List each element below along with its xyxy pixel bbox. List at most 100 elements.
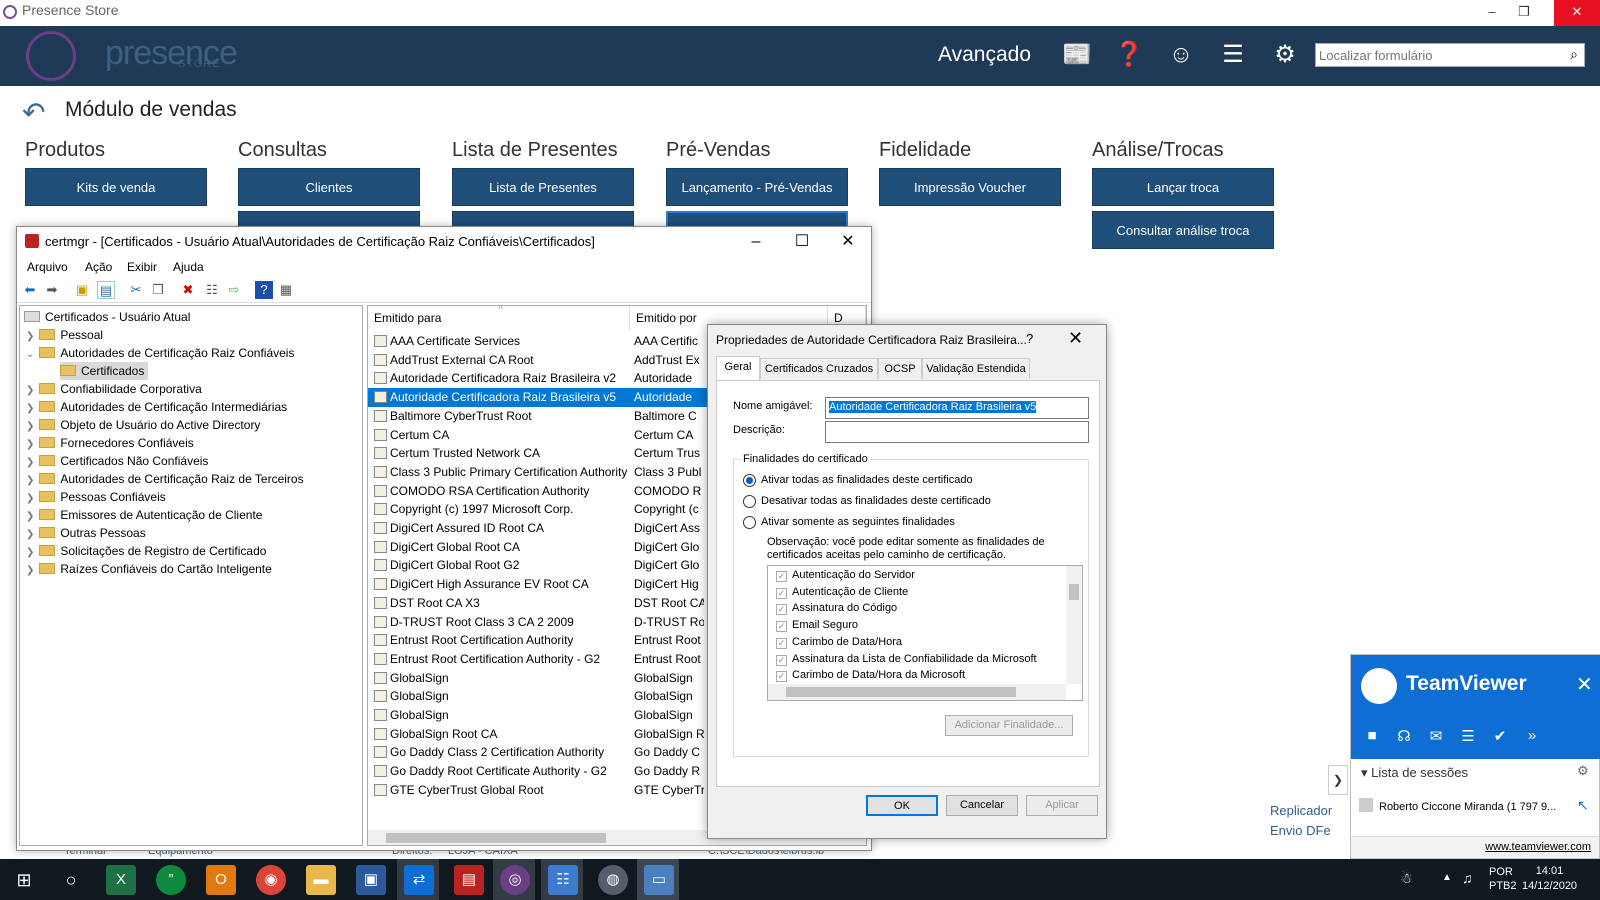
tab-ocsp[interactable]: OCSP xyxy=(878,358,922,379)
export-icon[interactable]: ⇨ xyxy=(225,281,243,299)
input-language[interactable]: POR PTB2 xyxy=(1489,865,1517,893)
office-icon[interactable]: O xyxy=(206,865,236,895)
radio-disable-all[interactable] xyxy=(743,495,756,508)
purpose-checkbox[interactable]: ✓ xyxy=(776,587,787,599)
tree-item-terceiros[interactable]: ❯ Autoridades de Certificação Raiz de Te… xyxy=(26,470,304,488)
restore-button[interactable]: ❐ xyxy=(1508,0,1540,26)
envio-dfe-link[interactable]: Envio DFe xyxy=(1270,823,1331,838)
purpose-checkbox[interactable]: ✓ xyxy=(776,654,787,666)
form-search-input[interactable] xyxy=(1316,44,1546,66)
tab-validacao-estendida[interactable]: Validação Estendida xyxy=(922,358,1030,379)
tree-item-pessoas-confiaveis[interactable]: ❯ Pessoas Confiáveis xyxy=(26,488,166,506)
purposes-hscroll[interactable] xyxy=(768,684,1066,700)
apply-button[interactable]: Aplicar xyxy=(1026,795,1098,816)
window-task-icon[interactable]: ▭ xyxy=(644,865,674,895)
tree-item-fornecedores[interactable]: ❯ Fornecedores Confiáveis xyxy=(26,434,194,452)
tree-item-raiz-confiaveis[interactable]: ⌄ Autoridades de Certificação Raiz Confi… xyxy=(26,344,294,362)
dialog-close-button[interactable]: ✕ xyxy=(1068,328,1083,349)
video-icon[interactable]: ■ xyxy=(1363,727,1381,744)
clientes-button[interactable]: Clientes xyxy=(238,168,420,206)
menu-acao[interactable]: Ação xyxy=(85,260,112,274)
people-icon[interactable]: ☃ xyxy=(1400,870,1413,887)
presence-task-icon[interactable]: ◎ xyxy=(500,865,530,895)
description-input[interactable] xyxy=(825,421,1089,443)
replicador-link[interactable]: Replicador xyxy=(1270,803,1332,818)
tree-item-active-directory[interactable]: ❯ Objeto de Usuário do Active Directory xyxy=(26,416,260,434)
tree-item-corporativa[interactable]: ❯ Confiabilidade Corporativa xyxy=(26,380,202,398)
hangouts-icon[interactable]: ” xyxy=(156,865,186,895)
globe-task-icon[interactable]: ◍ xyxy=(598,865,628,895)
tree-item-pessoal[interactable]: ❯ Pessoal xyxy=(26,326,103,344)
teamviewer-expand-icon[interactable]: ❯ xyxy=(1328,765,1348,795)
purpose-checkbox[interactable]: ✓ xyxy=(776,571,787,582)
tree-item-emissores[interactable]: ❯ Emissores de Autenticação de Cliente xyxy=(26,506,262,524)
file-explorer-icon[interactable]: ▬ xyxy=(306,865,336,895)
windows-start-icon[interactable]: ⊞ xyxy=(9,865,39,895)
view-icon[interactable]: ▦ xyxy=(277,281,295,299)
consultar-analise-troca-button[interactable]: Consultar análise troca xyxy=(1092,211,1274,249)
help-icon[interactable]: ❓ xyxy=(1112,38,1146,72)
pointer-icon[interactable]: ↖ xyxy=(1577,797,1589,814)
delete-icon[interactable]: ✖ xyxy=(179,281,197,299)
impressao-voucher-button[interactable]: Impressão Voucher xyxy=(879,168,1061,206)
radio-enable-only[interactable] xyxy=(743,516,756,529)
tray-expand-icon[interactable]: ▲ xyxy=(1442,872,1452,883)
teamviewer-close-button[interactable]: ✕ xyxy=(1576,672,1593,697)
certmgr-close-button[interactable]: ✕ xyxy=(825,227,871,257)
lista-presentes-button[interactable]: Lista de Presentes xyxy=(452,168,634,206)
purposes-vscroll[interactable] xyxy=(1066,566,1082,684)
friendly-name-input[interactable]: Autoridade Certificadora Raiz Brasileira… xyxy=(825,397,1089,419)
up-folder-icon[interactable]: ▣ xyxy=(73,281,91,299)
session-user[interactable]: Roberto Ciccone Miranda (1 797 9... xyxy=(1379,801,1556,813)
lancar-troca-button[interactable]: Lançar troca xyxy=(1092,168,1274,206)
purposes-vscroll-thumb[interactable] xyxy=(1069,584,1079,600)
show-hide-tree-icon[interactable]: ▤ xyxy=(97,281,115,299)
network-icon[interactable]: ☰ xyxy=(1216,38,1250,72)
forward-icon[interactable]: ➡ xyxy=(43,281,61,299)
properties-icon[interactable]: ☷ xyxy=(203,281,221,299)
radio-enable-all[interactable] xyxy=(743,474,756,487)
headset-icon[interactable]: ☊ xyxy=(1395,727,1413,745)
files-icon[interactable]: ☰ xyxy=(1459,727,1477,745)
tree-root[interactable]: Certificados - Usuário Atual xyxy=(24,308,190,326)
tree-item-intermediarias[interactable]: ❯ Autoridades de Certificação Intermediá… xyxy=(26,398,287,416)
network-task-icon[interactable]: ☷ xyxy=(548,865,578,895)
users-icon[interactable]: ☺ xyxy=(1164,38,1198,72)
certmgr-maximize-button[interactable]: ☐ xyxy=(779,227,825,257)
chat-icon[interactable]: ✉ xyxy=(1427,727,1445,745)
back-icon[interactable]: ⬅ xyxy=(21,281,39,299)
tree-item-cartao-inteligente[interactable]: ❯ Raízes Confiáveis do Cartão Inteligent… xyxy=(26,560,272,578)
search-icon[interactable]: ⌕ xyxy=(1570,46,1578,63)
search-circle-icon[interactable]: ○ xyxy=(56,865,86,895)
volume-icon[interactable]: ♫ xyxy=(1462,870,1473,886)
purpose-checkbox[interactable]: ✓ xyxy=(776,621,787,633)
tab-geral[interactable]: Geral xyxy=(716,356,760,380)
dialog-help-button[interactable]: ? xyxy=(1026,331,1033,346)
cancel-button[interactable]: Cancelar xyxy=(946,795,1018,816)
certmgr-minimize-button[interactable]: – xyxy=(733,227,779,257)
tree-item-nao-confiaveis[interactable]: ❯ Certificados Não Confiáveis xyxy=(26,452,208,470)
scroll-thumb[interactable] xyxy=(386,833,606,843)
advanced-label[interactable]: Avançado xyxy=(938,43,1031,67)
copy-icon[interactable]: ❐ xyxy=(149,281,167,299)
help-icon[interactable]: ? xyxy=(255,281,273,299)
kits-venda-button[interactable]: Kits de venda xyxy=(25,168,207,206)
add-purpose-button[interactable]: Adicionar Finalidade... xyxy=(945,715,1073,736)
tree-item-outras-pessoas[interactable]: ❯ Outras Pessoas xyxy=(26,524,146,542)
excel-icon[interactable]: X xyxy=(106,865,136,895)
minimize-button[interactable]: – xyxy=(1476,0,1508,26)
settings-icon[interactable]: ⚙ xyxy=(1268,38,1302,72)
cut-icon[interactable]: ✂ xyxy=(127,281,145,299)
menu-arquivo[interactable]: Arquivo xyxy=(27,260,68,274)
purposes-hscroll-thumb[interactable] xyxy=(786,687,1016,697)
certificate-task-icon[interactable]: ▤ xyxy=(454,865,484,895)
ok-button[interactable]: OK xyxy=(866,795,938,816)
teamviewer-task-icon[interactable]: ⇄ xyxy=(404,865,434,895)
tree-item-certificados[interactable]: Certificados xyxy=(60,362,149,380)
back-arrow-icon[interactable]: ↶ xyxy=(22,96,45,129)
teamviewer-settings-icon[interactable]: ⚙ xyxy=(1577,763,1589,779)
purpose-checkbox[interactable]: ✓ xyxy=(776,604,787,616)
tree-item-solicitacoes[interactable]: ❯ Solicitações de Registro de Certificad… xyxy=(26,542,266,560)
teamviewer-link[interactable]: www.teamviewer.com xyxy=(1485,841,1591,853)
tools-icon[interactable]: ✔ xyxy=(1491,727,1509,745)
